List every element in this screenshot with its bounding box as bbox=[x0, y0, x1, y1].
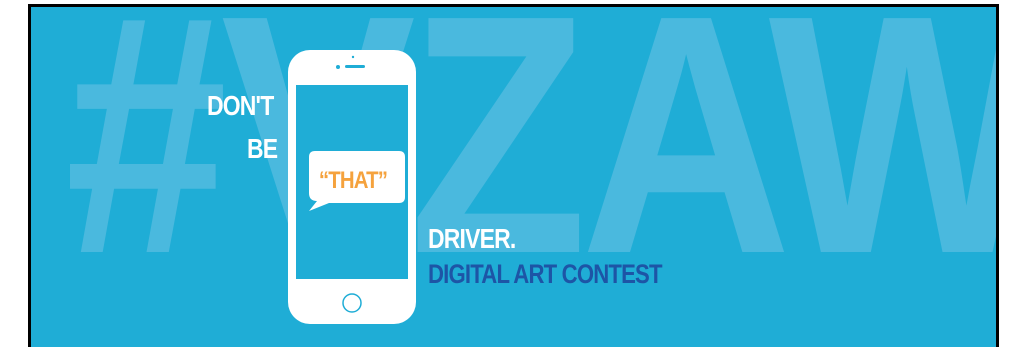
front-camera bbox=[336, 65, 340, 69]
earpiece-speaker bbox=[345, 65, 365, 68]
headline-dont: DON'T bbox=[207, 90, 274, 121]
headline-be: BE bbox=[247, 133, 278, 164]
headline-driver: DRIVER. bbox=[428, 223, 516, 254]
contest-subtitle: DIGITAL ART CONTEST bbox=[428, 259, 663, 289]
sensor-dot bbox=[351, 55, 355, 59]
bubble-text: “THAT” bbox=[318, 167, 388, 194]
contest-banner: #VZAW “THAT” DON'T BE DRIVER. DIGITAL AR… bbox=[31, 7, 996, 347]
